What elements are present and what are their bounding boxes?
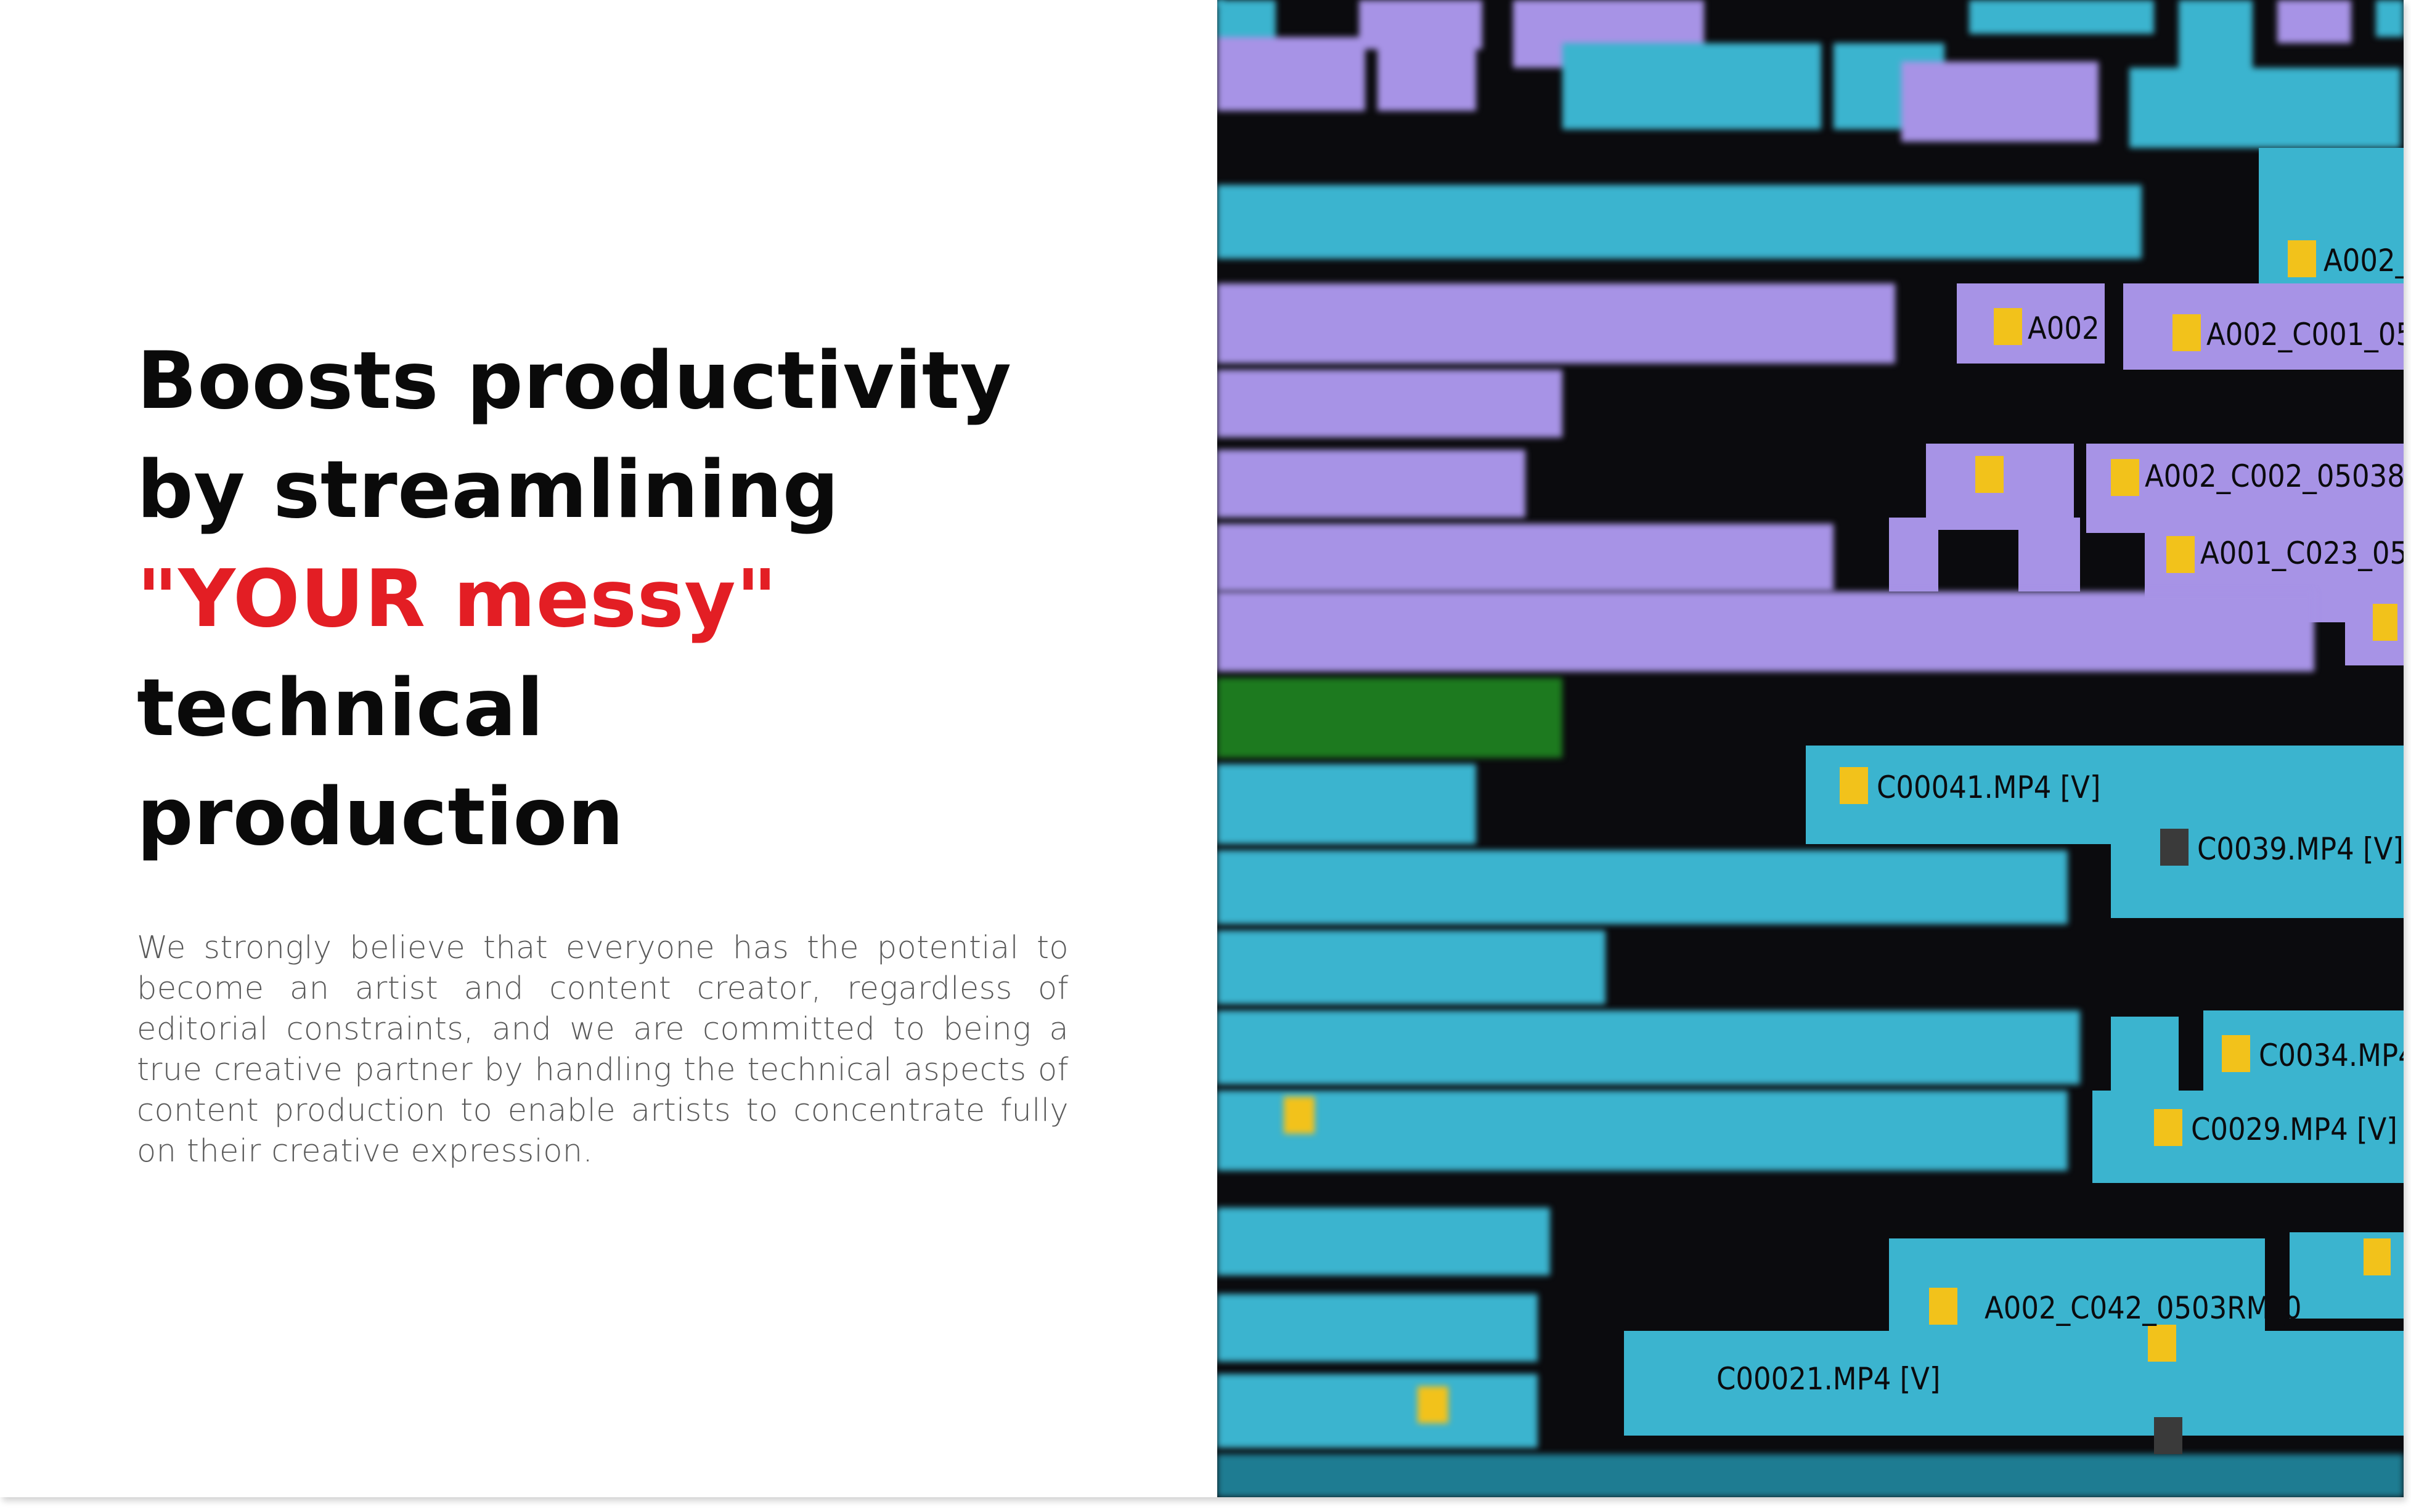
clip-label: A002 — [2028, 311, 2100, 346]
clip-label: A001_C023_050 — [2200, 535, 2404, 571]
headline-accent-line: "YOUR messy" — [137, 553, 778, 645]
clip-label: A002_ — [2323, 243, 2404, 278]
headline-line-5: production — [137, 771, 624, 863]
clip-label: A002_C042_0503RM_0 — [1985, 1290, 2301, 1326]
headline-line-1: Boosts productivity — [137, 335, 1012, 427]
headline-line-4: technical — [137, 662, 544, 754]
clip-label: C00021.MP4 [V] — [1716, 1361, 1940, 1397]
body-paragraph: We strongly believe that everyone has th… — [137, 930, 1069, 1169]
timeline-photo: A002_ A002 A002_C001_05( A002_C002_05038… — [1217, 0, 2404, 1497]
clip-label: C0029.MP4 [V] — [2191, 1112, 2397, 1147]
clip-label: A002_C002_05038L_ — [2145, 458, 2404, 494]
clip-label: C0039.MP4 [V] — [2197, 831, 2404, 867]
slide-card: Boosts productivity by streamlining "YOU… — [0, 0, 2404, 1497]
clip-label: C0034.MP4 — [2259, 1038, 2404, 1073]
text-panel: Boosts productivity by streamlining "YOU… — [0, 0, 1217, 1497]
headline: Boosts productivity by streamlining "YOU… — [137, 327, 1197, 872]
clip-label: A002_C001_05( — [2206, 317, 2404, 352]
video-editor-timeline-image: A002_ A002 A002_C001_05( A002_C002_05038… — [1217, 0, 2404, 1497]
clip-label: C00041.MP4 [V] — [1877, 770, 2100, 805]
headline-line-2: by streamlining — [137, 444, 839, 536]
